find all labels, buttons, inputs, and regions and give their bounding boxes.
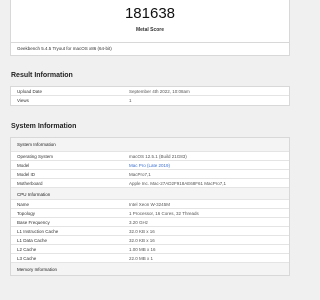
row-label: Model	[17, 162, 30, 168]
row-label: Views	[17, 97, 29, 103]
cpu-info-header: CPU Information	[11, 188, 289, 200]
row-value: 3.20 GHz	[129, 219, 149, 225]
row-label: Motherboard	[17, 180, 43, 186]
row-value: 22.0 MB x 1	[129, 255, 154, 261]
metal-score-label: Metal Score	[135, 27, 165, 33]
header-label: Memory Information	[17, 267, 58, 272]
benchmark-result-page: 181638 Metal Score Geekbench 5.4.5 Tryou…	[0, 0, 300, 300]
build-info-text: Geekbench 5.4.5 Tryout for macOS x86 (64…	[17, 46, 112, 51]
table-row: Topology 1 Processor, 16 Cores, 32 Threa…	[11, 209, 289, 218]
row-value: Apple Inc. Mac-27AD2F918AE68F61 MacPro7,…	[129, 180, 227, 186]
build-info-card: Geekbench 5.4.5 Tryout for macOS x86 (64…	[10, 42, 290, 56]
row-value: 32.0 KB x 16	[129, 237, 155, 243]
row-value: MacPro7,1	[129, 171, 151, 177]
table-row: Model Mac Pro (Late 2019)	[11, 161, 289, 170]
model-link[interactable]: Mac Pro (Late 2019)	[129, 163, 170, 168]
row-label: Upload Date	[17, 88, 43, 94]
table-row: Name Intel Xeon W-3245M	[11, 200, 289, 209]
row-value: Intel Xeon W-3245M	[129, 201, 170, 207]
table-row: L1 Data Cache 32.0 KB x 16	[11, 236, 289, 245]
row-label: Model ID	[17, 171, 36, 177]
row-label: L2 Cache	[17, 246, 37, 252]
row-label: Topology	[17, 210, 36, 216]
table-row: Model ID MacPro7,1	[11, 170, 289, 179]
system-info-header: System Information	[11, 138, 289, 152]
row-label: L3 Cache	[17, 255, 37, 261]
row-value: macOS 12.5.1 (Build 21G83)	[129, 153, 187, 159]
table-row: Views 1	[11, 96, 289, 105]
table-row: Operating System macOS 12.5.1 (Build 21G…	[11, 152, 289, 161]
row-label: Operating System	[17, 153, 54, 159]
system-information-title: System Information	[11, 123, 77, 130]
metal-score-value: 181638	[124, 5, 176, 22]
memory-info-header: Memory Information	[11, 263, 289, 275]
row-value: September 4th 2022, 10:08am	[129, 88, 190, 94]
row-label: L1 Data Cache	[17, 237, 48, 243]
row-label: Name	[17, 201, 30, 207]
table-row: L2 Cache 1.00 MB x 16	[11, 245, 289, 254]
row-value: 1	[129, 97, 132, 103]
table-row: Upload Date September 4th 2022, 10:08am	[11, 87, 289, 96]
system-information-table: System Information Operating System macO…	[10, 137, 290, 276]
table-row: L1 Instruction Cache 32.0 KB x 16	[11, 227, 289, 236]
row-label: L1 Instruction Cache	[17, 228, 59, 234]
row-value: 32.0 KB x 16	[129, 228, 155, 234]
result-information-title: Result Information	[11, 72, 73, 79]
row-value: 1 Processor, 16 Cores, 32 Threads	[129, 210, 199, 216]
table-row: L3 Cache 22.0 MB x 1	[11, 254, 289, 263]
table-row: Motherboard Apple Inc. Mac-27AD2F918AE68…	[11, 179, 289, 188]
header-label: System Information	[17, 142, 56, 147]
row-label: Base Frequency	[17, 219, 50, 225]
row-value: 1.00 MB x 16	[129, 246, 156, 252]
header-label: CPU Information	[17, 192, 51, 197]
result-information-table: Upload Date September 4th 2022, 10:08am …	[10, 86, 290, 106]
table-row: Base Frequency 3.20 GHz	[11, 218, 289, 227]
